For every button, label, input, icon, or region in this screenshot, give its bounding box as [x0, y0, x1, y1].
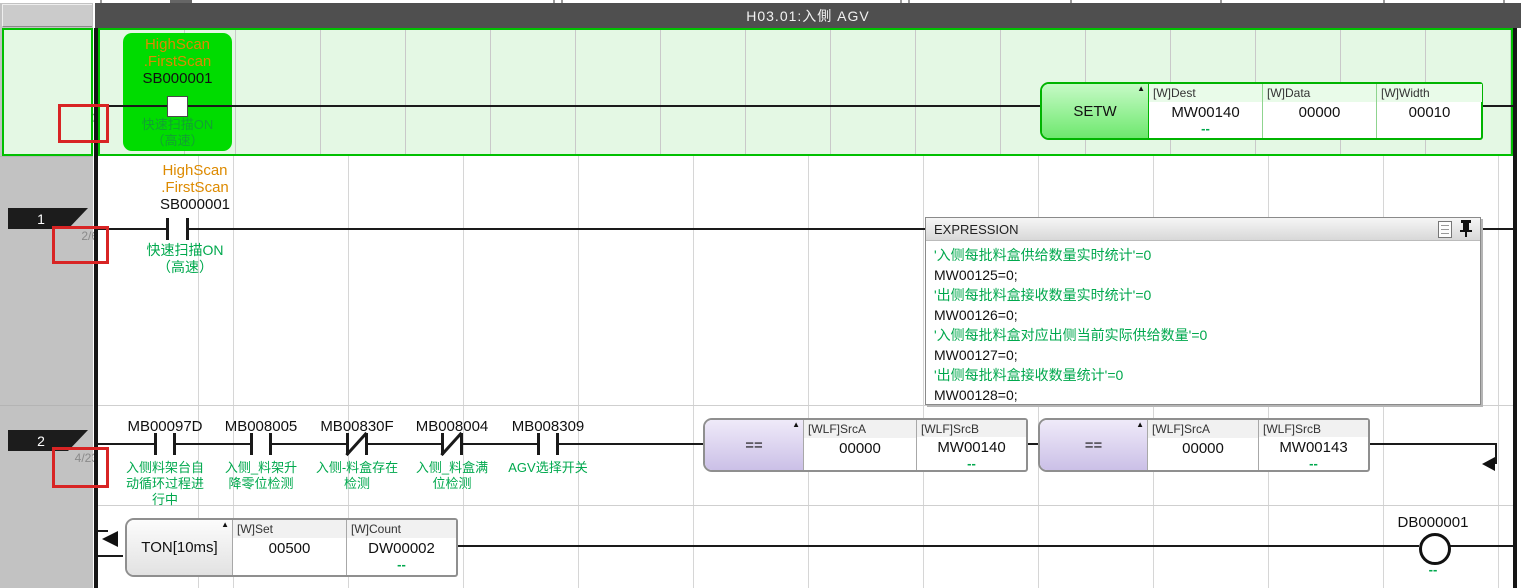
- contact-label: .FirstScan: [123, 53, 232, 70]
- instruction-name: ==: [1085, 437, 1103, 454]
- contact-comment: 入侧-料盒存在 检测: [305, 460, 409, 492]
- script-document-icon[interactable]: [1438, 221, 1452, 238]
- contact-no[interactable]: [537, 433, 540, 455]
- contact-comment: 入侧_料盒满 位检测: [402, 460, 502, 492]
- collapse-triangle-icon[interactable]: ▲: [1136, 420, 1144, 429]
- param-value[interactable]: MW00140: [917, 437, 1026, 456]
- divider: [0, 405, 93, 406]
- annotation-box: [52, 226, 109, 264]
- expression-line: MW00127=0;: [934, 345, 1480, 365]
- contact-no[interactable]: [154, 433, 157, 455]
- pin-icon[interactable]: [1460, 220, 1472, 237]
- param-value[interactable]: MW00140: [1149, 102, 1262, 121]
- param-value[interactable]: DW00002: [347, 538, 456, 557]
- expression-line: '入侧每批料盒对应出侧当前实际供给数量'=0: [934, 325, 1480, 345]
- contact-comment: 入侧料架台自 动循环过程进 行中: [115, 460, 215, 508]
- param-current: --: [1149, 121, 1262, 136]
- param-type: [WLF]SrcB: [917, 420, 1026, 437]
- contact-symbol: [167, 96, 188, 117]
- contact-comment: 快速扫描ON: [123, 117, 232, 133]
- param-value[interactable]: 00010: [1377, 102, 1482, 121]
- param-value[interactable]: 00500: [233, 538, 346, 557]
- contact-comment: 入侧_料架升 降零位检测: [211, 460, 311, 492]
- contact-comment: （高速）: [123, 133, 232, 149]
- param-type: [W]Count: [347, 520, 456, 538]
- divider: [0, 156, 93, 157]
- compare-block-2[interactable]: == ▲ [WLF]SrcA 00000 [WLF]SrcB MW00143 -…: [1038, 418, 1370, 472]
- collapse-triangle-icon[interactable]: ▲: [792, 420, 800, 429]
- param-value[interactable]: MW00143: [1259, 437, 1368, 456]
- contact-comment: AGV选择开关: [495, 460, 601, 476]
- expression-block[interactable]: EXPRESSION '入侧每批料盒供给数量实时统计'=0 MW00125=0;…: [925, 217, 1481, 405]
- ladder-editor: H03.01:入側 AGV 0 0/0 1 2/6 2 4/23 HighSca…: [0, 0, 1527, 588]
- expression-line: '入侧每批料盒供给数量实时统计'=0: [934, 245, 1480, 265]
- rung-wrap-out-arrow: [1482, 457, 1495, 471]
- rung-2-number: 2: [37, 433, 45, 449]
- contact-address: SB000001: [130, 196, 260, 213]
- rung-wrap-in-arrow: [102, 531, 118, 547]
- expression-body: '入侧每批料盒供给数量实时统计'=0 MW00125=0; '出侧每批料盒接收数…: [926, 241, 1480, 405]
- contact-address: SB000001: [123, 70, 232, 87]
- contact-label: HighScan: [123, 36, 232, 53]
- coil-current: --: [1373, 562, 1493, 578]
- param-current: --: [917, 456, 1026, 471]
- coil-address: DB000001: [1373, 514, 1493, 531]
- param-value[interactable]: 00000: [1263, 102, 1376, 121]
- contact-address: MB008309: [488, 418, 608, 435]
- section-title-bar: H03.01:入側 AGV: [95, 3, 1521, 28]
- param-current: --: [1259, 456, 1368, 471]
- instruction-name: ==: [745, 437, 763, 454]
- timer-block[interactable]: TON[10ms] ▲ [W]Set 00500 [W]Count DW0000…: [125, 518, 458, 577]
- instruction-name: TON[10ms]: [141, 539, 217, 556]
- collapse-triangle-icon[interactable]: ▲: [221, 520, 229, 529]
- setw-instruction-block[interactable]: SETW ▲ [W]Dest MW00140 -- [W]Data 00000 …: [1040, 82, 1483, 140]
- param-type: [W]Set: [233, 520, 346, 538]
- param-current: --: [347, 557, 456, 572]
- expression-title: EXPRESSION: [934, 222, 1019, 237]
- collapse-triangle-icon[interactable]: ▲: [1137, 84, 1145, 93]
- param-value[interactable]: 00000: [1148, 438, 1258, 457]
- param-type: [W]Width: [1377, 84, 1482, 102]
- right-power-rail: [1513, 28, 1517, 588]
- annotation-box: [52, 447, 109, 488]
- margin-header: [2, 4, 92, 27]
- output-coil[interactable]: [1419, 533, 1451, 565]
- divider: [98, 505, 1513, 506]
- param-type: [WLF]SrcB: [1259, 420, 1368, 437]
- expression-line: MW00125=0;: [934, 265, 1480, 285]
- param-value[interactable]: 00000: [804, 438, 916, 457]
- contact-comment: （高速）: [120, 259, 250, 275]
- divider: [98, 405, 1513, 406]
- contact-label: .FirstScan: [130, 179, 260, 196]
- param-type: [WLF]SrcA: [1148, 420, 1258, 438]
- expression-line: '出侧每批料盒接收数量实时统计'=0: [934, 285, 1480, 305]
- instruction-name: SETW: [1073, 103, 1116, 120]
- compare-block-1[interactable]: == ▲ [WLF]SrcA 00000 [WLF]SrcB MW00140 -…: [703, 418, 1028, 472]
- param-type: [WLF]SrcA: [804, 420, 916, 438]
- annotation-box: [58, 104, 109, 143]
- param-type: [W]Data: [1263, 84, 1376, 102]
- expression-line: MW00126=0;: [934, 305, 1480, 325]
- expression-line: '出侧每批料盒接收数量统计'=0: [934, 365, 1480, 385]
- expression-header[interactable]: EXPRESSION: [926, 218, 1480, 241]
- contact-comment: 快速扫描ON: [120, 242, 250, 258]
- section-title: H03.01:入側 AGV: [746, 6, 870, 26]
- contact-no[interactable]: [250, 433, 253, 455]
- param-type: [W]Dest: [1149, 84, 1262, 102]
- expression-line: MW00128=0;: [934, 385, 1480, 405]
- contact-label: HighScan: [130, 162, 260, 179]
- rung-1-number: 1: [37, 211, 45, 227]
